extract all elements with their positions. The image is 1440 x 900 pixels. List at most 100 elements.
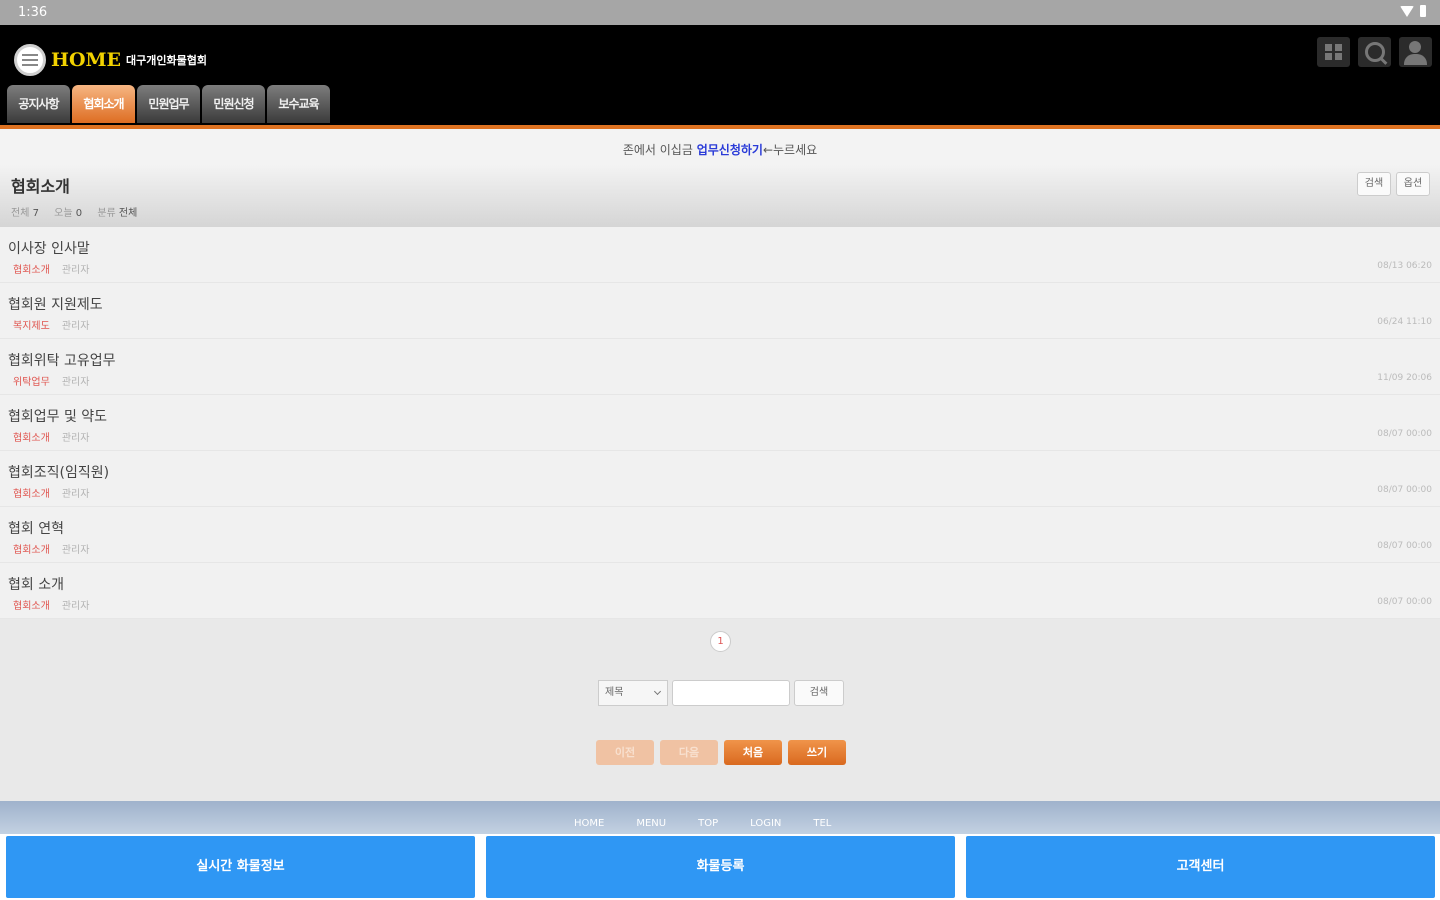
item-meta: 협회소개 관리자: [13, 541, 89, 556]
first-button[interactable]: 처음: [724, 740, 782, 765]
logo-home-text: HOME: [51, 49, 122, 71]
item-category: 협회소개: [13, 601, 50, 612]
item-title[interactable]: 협회 연혁: [8, 518, 64, 538]
item-author: 관리자: [61, 377, 90, 388]
realtime-cargo-button[interactable]: 실시간 화물정보: [6, 836, 475, 898]
footer-nav: HOME MENU TOP LOGIN TEL: [0, 801, 1440, 836]
search-icon[interactable]: [1358, 37, 1391, 67]
logo-icon: [14, 44, 46, 76]
item-meta: 협회소개 관리자: [13, 429, 89, 444]
search-bar: 제목 검색: [598, 680, 844, 706]
item-author: 관리자: [61, 545, 90, 556]
notice-text-before: 존에서 이십금: [622, 143, 693, 157]
board-option-button[interactable]: 옵션: [1396, 172, 1430, 196]
list-item[interactable]: 협회 소개 협회소개 관리자 08/07 00:00: [0, 563, 1440, 619]
item-author: 관리자: [61, 489, 90, 500]
board-head-buttons: 검색 옵션: [1357, 172, 1430, 196]
board-meta: 전체 7 오늘 0 분류 전체: [11, 204, 149, 219]
notice-text-after: ←누르세요: [762, 143, 818, 157]
item-title[interactable]: 협회조직(임직원): [8, 462, 109, 482]
item-category: 협회소개: [13, 545, 50, 556]
header-actions: [1317, 37, 1432, 67]
item-author: 관리자: [61, 265, 90, 276]
board-header: 협회소개 전체 7 오늘 0 분류 전체 검색 옵션: [0, 165, 1440, 227]
item-title[interactable]: 협회업무 및 약도: [8, 406, 107, 426]
footer-link-home[interactable]: HOME: [574, 818, 604, 829]
post-list: 이사장 인사말 협회소개 관리자 08/13 06:20 협회원 지원제도 복지제…: [0, 227, 1440, 619]
battery-icon: [1420, 5, 1426, 17]
apply-link[interactable]: 업무신청하기: [697, 143, 763, 157]
next-button[interactable]: 다음: [660, 740, 718, 765]
tab-civil-affairs[interactable]: 민원업무: [137, 85, 200, 123]
meta-total-value: 7: [32, 208, 39, 219]
list-item[interactable]: 협회위탁 고유업무 위탁업무 관리자 11/09 20:06: [0, 339, 1440, 395]
footer-link-top[interactable]: TOP: [698, 818, 718, 829]
item-meta: 협회소개 관리자: [13, 597, 89, 612]
footer-link-tel[interactable]: TEL: [813, 818, 831, 829]
status-bar: 1:36: [0, 0, 1440, 25]
tab-civil-request[interactable]: 민원신청: [202, 85, 265, 123]
home-logo[interactable]: HOME 대구개인화물협회: [14, 44, 207, 76]
tab-training[interactable]: 보수교육: [267, 85, 330, 123]
tab-association-intro[interactable]: 협회소개: [72, 85, 135, 123]
system-icons: [1400, 5, 1426, 17]
item-date: 08/07 00:00: [1377, 429, 1432, 439]
search-field-select[interactable]: 제목: [598, 680, 668, 706]
item-date: 06/24 11:10: [1377, 317, 1432, 327]
item-meta: 복지제도 관리자: [13, 317, 89, 332]
grid-icon[interactable]: [1317, 37, 1350, 67]
wifi-icon: [1400, 5, 1414, 17]
item-author: 관리자: [61, 601, 90, 612]
item-date: 08/07 00:00: [1377, 597, 1432, 607]
search-select-value: 제목: [605, 687, 624, 698]
item-category: 협회소개: [13, 265, 50, 276]
meta-today-label: 오늘: [54, 208, 73, 219]
meta-category-label: 분류: [97, 208, 116, 219]
item-title[interactable]: 협회원 지원제도: [8, 294, 103, 314]
item-title[interactable]: 협회 소개: [8, 574, 64, 594]
item-title[interactable]: 협회위탁 고유업무: [8, 350, 116, 370]
item-category: 협회소개: [13, 433, 50, 444]
item-category: 복지제도: [13, 321, 50, 332]
item-date: 08/13 06:20: [1377, 261, 1432, 271]
list-item[interactable]: 협회원 지원제도 복지제도 관리자 06/24 11:10: [0, 283, 1440, 339]
item-author: 관리자: [61, 321, 90, 332]
footer-link-login[interactable]: LOGIN: [750, 818, 781, 829]
item-date: 11/09 20:06: [1377, 373, 1432, 383]
list-item[interactable]: 협회 연혁 협회소개 관리자 08/07 00:00: [0, 507, 1440, 563]
board-actions: 이전 다음 처음 쓰기: [596, 740, 846, 765]
footer-link-menu[interactable]: MENU: [636, 818, 666, 829]
customer-center-button[interactable]: 고객센터: [966, 836, 1435, 898]
list-item[interactable]: 협회업무 및 약도 협회소개 관리자 08/07 00:00: [0, 395, 1440, 451]
logo-org-name: 대구개인화물협회: [126, 54, 207, 67]
tab-notice[interactable]: 공지사항: [7, 85, 70, 123]
item-date: 08/07 00:00: [1377, 541, 1432, 551]
board-search-button[interactable]: 검색: [1357, 172, 1391, 196]
chevron-down-icon: [653, 687, 662, 696]
page-1-button[interactable]: 1: [710, 631, 731, 652]
item-title[interactable]: 이사장 인사말: [8, 238, 90, 258]
item-category: 위탁업무: [13, 377, 50, 388]
list-item[interactable]: 이사장 인사말 협회소개 관리자 08/13 06:20: [0, 227, 1440, 283]
notice-banner: 존에서 이십금 업무신청하기←누르세요: [0, 129, 1440, 165]
item-author: 관리자: [61, 433, 90, 444]
write-button[interactable]: 쓰기: [788, 740, 846, 765]
app-header: HOME 대구개인화물협회 공지사항 협회소개 민원업무 민원신청 보수교육: [0, 25, 1440, 125]
item-meta: 협회소개 관리자: [13, 261, 89, 276]
meta-today-value: 0: [75, 208, 83, 219]
item-meta: 위탁업무 관리자: [13, 373, 89, 388]
item-meta: 협회소개 관리자: [13, 485, 89, 500]
prev-button[interactable]: 이전: [596, 740, 654, 765]
item-category: 협회소개: [13, 489, 50, 500]
meta-category-value: 전체: [118, 208, 138, 219]
main-tabs: 공지사항 협회소개 민원업무 민원신청 보수교육: [7, 85, 330, 123]
cargo-register-button[interactable]: 화물등록: [486, 836, 955, 898]
list-item[interactable]: 협회조직(임직원) 협회소개 관리자 08/07 00:00: [0, 451, 1440, 507]
meta-total-label: 전체: [11, 208, 30, 219]
search-button[interactable]: 검색: [794, 680, 844, 706]
status-time: 1:36: [18, 5, 48, 20]
user-icon[interactable]: [1399, 37, 1432, 67]
board-title: 협회소개: [11, 177, 70, 196]
item-date: 08/07 00:00: [1377, 485, 1432, 495]
search-input[interactable]: [672, 680, 790, 706]
